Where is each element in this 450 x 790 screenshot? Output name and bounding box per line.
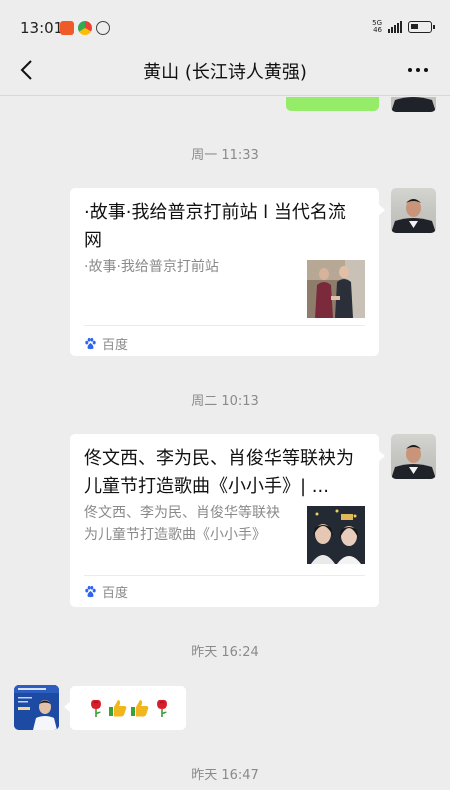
link-card-title: ·故事·我给普京打前站 l 当代名流网 — [84, 202, 346, 251]
network-indicator: 5G 46 — [372, 20, 382, 34]
received-message-bubble[interactable] — [64, 686, 186, 730]
baidu-paw-icon — [85, 585, 96, 598]
baidu-paw-icon — [85, 337, 96, 350]
my-avatar[interactable] — [391, 434, 436, 479]
link-card-source-label: 百度 — [102, 586, 129, 601]
app-notification-icon — [60, 21, 74, 35]
link-card-source: 百度 — [84, 582, 128, 601]
status-right: 5G 46 — [372, 20, 435, 34]
link-card[interactable]: ·故事·我给普京打前站 l 当代名流网 ·故事·我给普京打前站 百度 — [70, 188, 385, 356]
signal-icon — [388, 21, 402, 33]
battery-level — [411, 24, 418, 29]
link-card-description: 佟文西、李为民、肖俊华等联袂为儿童节打造歌曲《小小手》 — [84, 505, 280, 543]
chat-title: 黄山 (长江诗人黄强) — [143, 62, 307, 83]
status-bar: 13:01 5G 46 — [0, 0, 450, 44]
link-card[interactable]: 佟文西、李为民、肖俊华等联袂为儿童节打造歌曲《小小手》| ... 佟文西、李为民… — [70, 434, 385, 607]
network-subtype: 46 — [373, 26, 382, 34]
link-card-thumbnail — [307, 506, 365, 564]
link-card-divider — [84, 325, 365, 326]
rose-icon — [157, 699, 167, 717]
chat-history[interactable]: 周一 11:33 ·故事·我给普京打前站 l 当代名流网 ·故事·我给普京打前站… — [0, 97, 450, 790]
sent-bubble-partial[interactable] — [286, 97, 379, 111]
timestamp: 周一 11:33 — [191, 148, 259, 163]
contact-avatar[interactable] — [14, 685, 59, 730]
timestamp: 昨天 16:24 — [191, 645, 259, 660]
link-card-thumbnail — [307, 260, 365, 318]
rose-icon — [91, 699, 101, 717]
browser-notification-icon — [78, 21, 92, 35]
timestamp: 昨天 16:47 — [191, 768, 259, 783]
chat-header: 黄山 (长江诗人黄强) — [0, 44, 450, 96]
my-avatar[interactable] — [391, 97, 436, 112]
ellipsis-icon[interactable] — [406, 58, 430, 82]
link-card-divider — [84, 575, 365, 576]
thumbs-up-icon — [131, 700, 149, 717]
shield-notification-icon — [96, 21, 110, 35]
thumbs-up-icon — [109, 700, 127, 717]
battery-icon — [408, 21, 435, 33]
timestamp: 周二 10:13 — [191, 394, 259, 409]
link-card-title: 佟文西、李为民、肖俊华等联袂为儿童节打造歌曲《小小手》| ... — [84, 448, 354, 497]
my-avatar[interactable] — [391, 188, 436, 233]
emoji-row — [86, 698, 172, 718]
status-time: 13:01 — [20, 19, 64, 37]
link-card-source: 百度 — [84, 334, 128, 353]
chevron-left-icon[interactable] — [16, 58, 40, 82]
link-card-description: ·故事·我给普京打前站 — [84, 259, 219, 275]
link-card-source-label: 百度 — [102, 338, 129, 353]
